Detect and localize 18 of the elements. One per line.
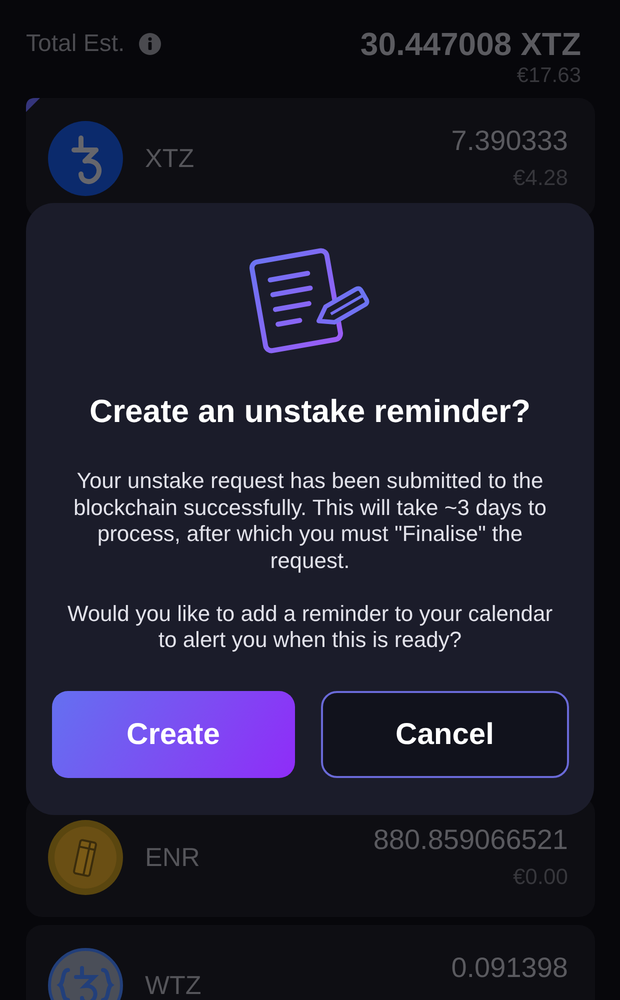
coin-icon: [48, 820, 123, 894]
token-amount: 880.859066521: [373, 824, 568, 856]
info-icon[interactable]: [138, 33, 161, 55]
token-name: XTZ: [145, 145, 194, 171]
token-name: WTZ: [145, 972, 202, 998]
token-amount: 0.091398: [451, 952, 568, 984]
token-amount: 7.390333: [451, 125, 568, 157]
total-label: Total Est.: [26, 30, 125, 58]
create-button[interactable]: Create: [52, 691, 295, 778]
cancel-button[interactable]: Cancel: [321, 691, 568, 778]
token-card[interactable]: WTZ 0.091398: [26, 925, 595, 1000]
dialog-title: Create an unstake reminder?: [89, 392, 531, 430]
dialog-message: Your unstake request has been submitted to the blockchain successfully. This will take ~3 days to process, after which you must "Finalise" the request.: [72, 468, 548, 574]
coin-icon: [48, 120, 123, 196]
coin-icon: [48, 948, 123, 1000]
total-balance: 30.447008 XTZ: [360, 26, 581, 62]
token-name: ENR: [145, 844, 200, 870]
dialog-message: Would you like to add a reminder to your calendar to alert you when this is ready?: [66, 600, 554, 654]
